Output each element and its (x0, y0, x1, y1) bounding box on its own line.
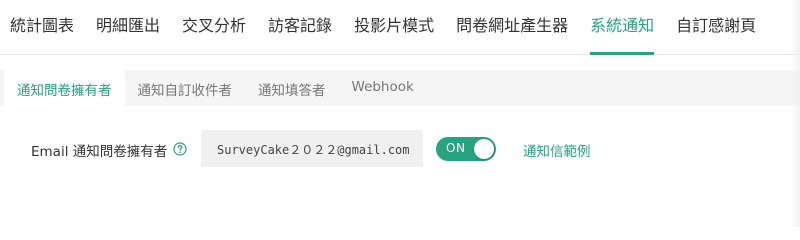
subtab-notify-custom-recipients[interactable]: 通知自訂收件者 (125, 70, 246, 106)
nav-tab-slideshow[interactable]: 投影片模式 (354, 0, 434, 55)
owner-email-label: Email 通知問卷擁有者 (31, 144, 168, 160)
toggle-on-label: ON (446, 141, 466, 155)
nav-tab-url-generator[interactable]: 問卷網址產生器 (456, 0, 568, 55)
nav-tab-charts[interactable]: 統計圖表 (10, 0, 74, 55)
nav-tab-visitor-log[interactable]: 訪客記錄 (268, 0, 332, 55)
subtab-webhook[interactable]: Webhook (339, 70, 427, 106)
nav-tab-export[interactable]: 明細匯出 (96, 0, 160, 55)
scroll-fade (790, 0, 800, 227)
notification-subtabs: 通知問卷擁有者 通知自訂收件者 通知填答者 Webhook (0, 70, 800, 106)
owner-notification-toggle[interactable]: ON (436, 137, 496, 161)
nav-tab-cross-analysis[interactable]: 交叉分析 (182, 0, 246, 55)
owner-email-row: Email 通知問卷擁有者 SurveyCake２０２２@gmail.com O… (0, 130, 800, 167)
page: 統計圖表 明細匯出 交叉分析 訪客記錄 投影片模式 問卷網址產生器 系統通知 自… (0, 0, 800, 227)
subtab-notify-owner[interactable]: 通知問卷擁有者 (4, 70, 125, 106)
owner-email-field[interactable]: SurveyCake２０２２@gmail.com (201, 130, 423, 167)
nav-tab-system-notification[interactable]: 系統通知 (590, 0, 655, 55)
top-navigation: 統計圖表 明細匯出 交叉分析 訪客記錄 投影片模式 問卷網址產生器 系統通知 自… (0, 0, 800, 55)
notification-settings-panel: Email 通知問卷擁有者 SurveyCake２０２２@gmail.com O… (0, 106, 800, 227)
toggle-knob (474, 139, 494, 159)
notification-email-example-link[interactable]: 通知信範例 (523, 140, 591, 160)
subtab-notify-respondents[interactable]: 通知填答者 (245, 70, 339, 106)
nav-tab-thank-you-page[interactable]: 自訂感謝頁 (676, 0, 756, 55)
question-circle-icon[interactable] (173, 141, 187, 156)
